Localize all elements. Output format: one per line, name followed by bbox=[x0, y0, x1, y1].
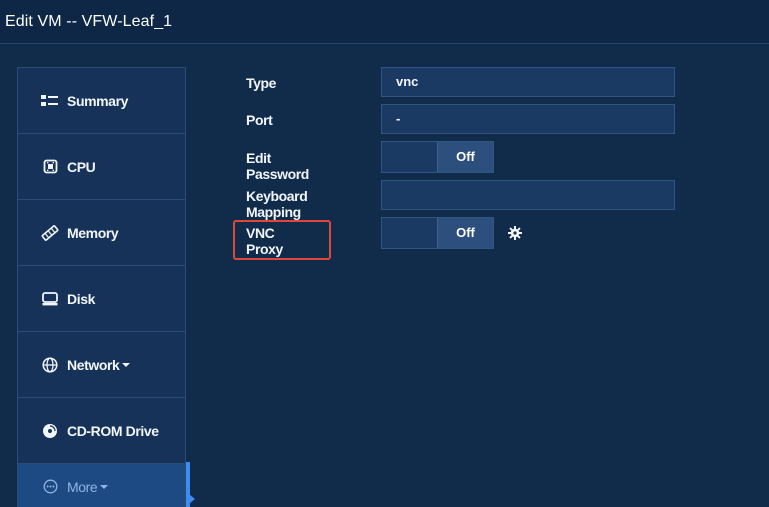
window-title: Edit VM -- VFW-Leaf_1 bbox=[5, 13, 173, 30]
port-label: Port bbox=[246, 112, 273, 128]
nav-item-memory[interactable]: Memory bbox=[18, 200, 185, 266]
nav-item-label: Summary bbox=[67, 92, 129, 109]
gear-icon[interactable] bbox=[508, 226, 522, 240]
type-field[interactable]: vnc bbox=[381, 67, 675, 97]
active-nav-arrow bbox=[189, 494, 195, 504]
edit-password-label: Edit Password bbox=[246, 150, 309, 182]
keyboard-mapping-field[interactable] bbox=[381, 180, 675, 210]
cd-disc-icon bbox=[41, 422, 59, 440]
chevron-down-icon bbox=[122, 362, 131, 367]
nav-item-network[interactable]: Network bbox=[18, 332, 185, 398]
vnc-proxy-toggle[interactable]: Off bbox=[381, 217, 494, 249]
cpu-chip-icon bbox=[41, 158, 59, 176]
settings-nav: Summary CPU Memory Disk Network CD-ROM D… bbox=[17, 67, 186, 507]
list-icon bbox=[41, 92, 59, 110]
title-bar: Edit VM -- VFW-Leaf_1 bbox=[0, 0, 769, 44]
port-field[interactable]: - bbox=[381, 104, 675, 134]
type-label: Type bbox=[246, 75, 277, 91]
nav-item-cpu[interactable]: CPU bbox=[18, 134, 185, 200]
globe-icon bbox=[41, 356, 59, 374]
nav-item-label: Disk bbox=[67, 290, 95, 307]
edit-password-toggle[interactable]: Off bbox=[381, 141, 494, 173]
nav-item-disk[interactable]: Disk bbox=[18, 266, 185, 332]
chevron-down-icon bbox=[100, 484, 109, 489]
memory-stick-icon bbox=[41, 224, 59, 242]
vnc-proxy-highlight-box bbox=[233, 220, 331, 260]
keyboard-mapping-label: Keyboard Mapping bbox=[246, 188, 308, 220]
nav-item-summary[interactable]: Summary bbox=[18, 68, 185, 134]
edit-vm-window: Edit VM -- VFW-Leaf_1 Summary CPU Memory… bbox=[0, 0, 769, 507]
ellipsis-circle-icon bbox=[41, 478, 59, 496]
nav-item-more[interactable]: More bbox=[18, 464, 185, 507]
nav-item-label: Network bbox=[67, 356, 120, 373]
nav-item-label: CD-ROM Drive bbox=[67, 422, 159, 439]
nav-item-label: More bbox=[67, 478, 98, 495]
toggle-state: Off bbox=[437, 142, 493, 172]
nav-item-cdrom[interactable]: CD-ROM Drive bbox=[18, 398, 185, 464]
nav-item-label: Memory bbox=[67, 224, 119, 241]
disk-drive-icon bbox=[41, 290, 59, 308]
toggle-state: Off bbox=[437, 218, 493, 248]
nav-item-label: CPU bbox=[67, 158, 96, 175]
